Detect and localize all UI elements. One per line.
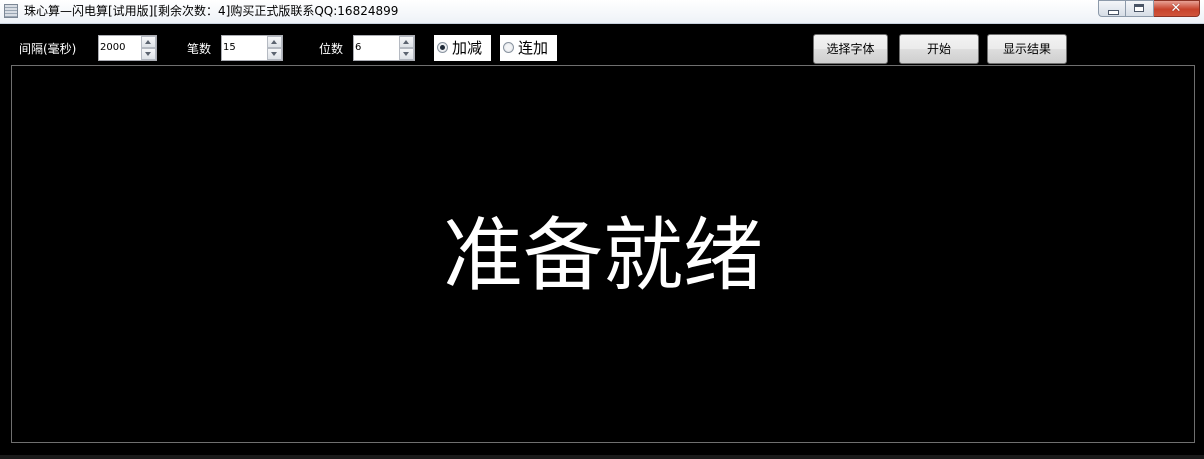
interval-label: 间隔(毫秒)	[19, 42, 77, 56]
interval-value[interactable]: 2000	[100, 42, 125, 54]
mode-continuous-add-label: 连加	[518, 39, 549, 57]
interval-spin-buttons	[141, 36, 156, 60]
arrow-up-icon	[403, 40, 409, 44]
arrow-down-icon	[145, 52, 151, 56]
interval-decrement-button[interactable]	[141, 48, 156, 60]
mode-add-subtract-radio[interactable]: 加减	[434, 35, 491, 61]
count-value[interactable]: 15	[223, 42, 236, 54]
app-window: 珠心算—闪电算[试用版][剩余次数：4]购买正式版联系QQ:16824899 ✕…	[0, 0, 1204, 459]
title-bar[interactable]: 珠心算—闪电算[试用版][剩余次数：4]购买正式版联系QQ:16824899 ✕	[0, 0, 1204, 24]
count-label: 笔数	[187, 42, 212, 56]
calculator-app-icon[interactable]	[4, 4, 18, 18]
digits-spinner[interactable]: 6	[353, 35, 415, 61]
digits-increment-button[interactable]	[399, 36, 414, 48]
digits-label: 位数	[319, 42, 344, 56]
window-title: 珠心算—闪电算[试用版][剩余次数：4]购买正式版联系QQ:16824899	[24, 4, 399, 18]
radio-unchecked-icon	[503, 42, 514, 53]
show-result-button[interactable]: 显示结果	[987, 34, 1067, 64]
interval-increment-button[interactable]	[141, 36, 156, 48]
maximize-icon	[1134, 4, 1144, 12]
minimize-button[interactable]	[1098, 0, 1126, 17]
digits-decrement-button[interactable]	[399, 48, 414, 60]
digits-value[interactable]: 6	[355, 42, 361, 54]
close-icon: ✕	[1170, 1, 1182, 16]
interval-spinner[interactable]: 2000	[98, 35, 157, 61]
mode-continuous-add-radio[interactable]: 连加	[500, 35, 557, 61]
caption-buttons: ✕	[1098, 0, 1200, 17]
maximize-button[interactable]	[1126, 0, 1154, 17]
window-bottom-border	[0, 455, 1204, 459]
display-status-text: 准备就绪	[443, 209, 763, 302]
arrow-down-icon	[271, 52, 277, 56]
minimize-icon	[1108, 10, 1119, 15]
start-button[interactable]: 开始	[899, 34, 979, 64]
count-spinner[interactable]: 15	[221, 35, 283, 61]
count-decrement-button[interactable]	[267, 48, 282, 60]
arrow-up-icon	[145, 40, 151, 44]
close-button[interactable]: ✕	[1154, 0, 1200, 17]
digits-spin-buttons	[399, 36, 414, 60]
number-display-panel: 准备就绪	[11, 65, 1195, 443]
count-spin-buttons	[267, 36, 282, 60]
radio-checked-icon	[437, 42, 448, 53]
count-increment-button[interactable]	[267, 36, 282, 48]
select-font-button[interactable]: 选择字体	[813, 34, 888, 64]
mode-add-subtract-label: 加减	[452, 39, 483, 57]
arrow-up-icon	[271, 40, 277, 44]
arrow-down-icon	[403, 52, 409, 56]
